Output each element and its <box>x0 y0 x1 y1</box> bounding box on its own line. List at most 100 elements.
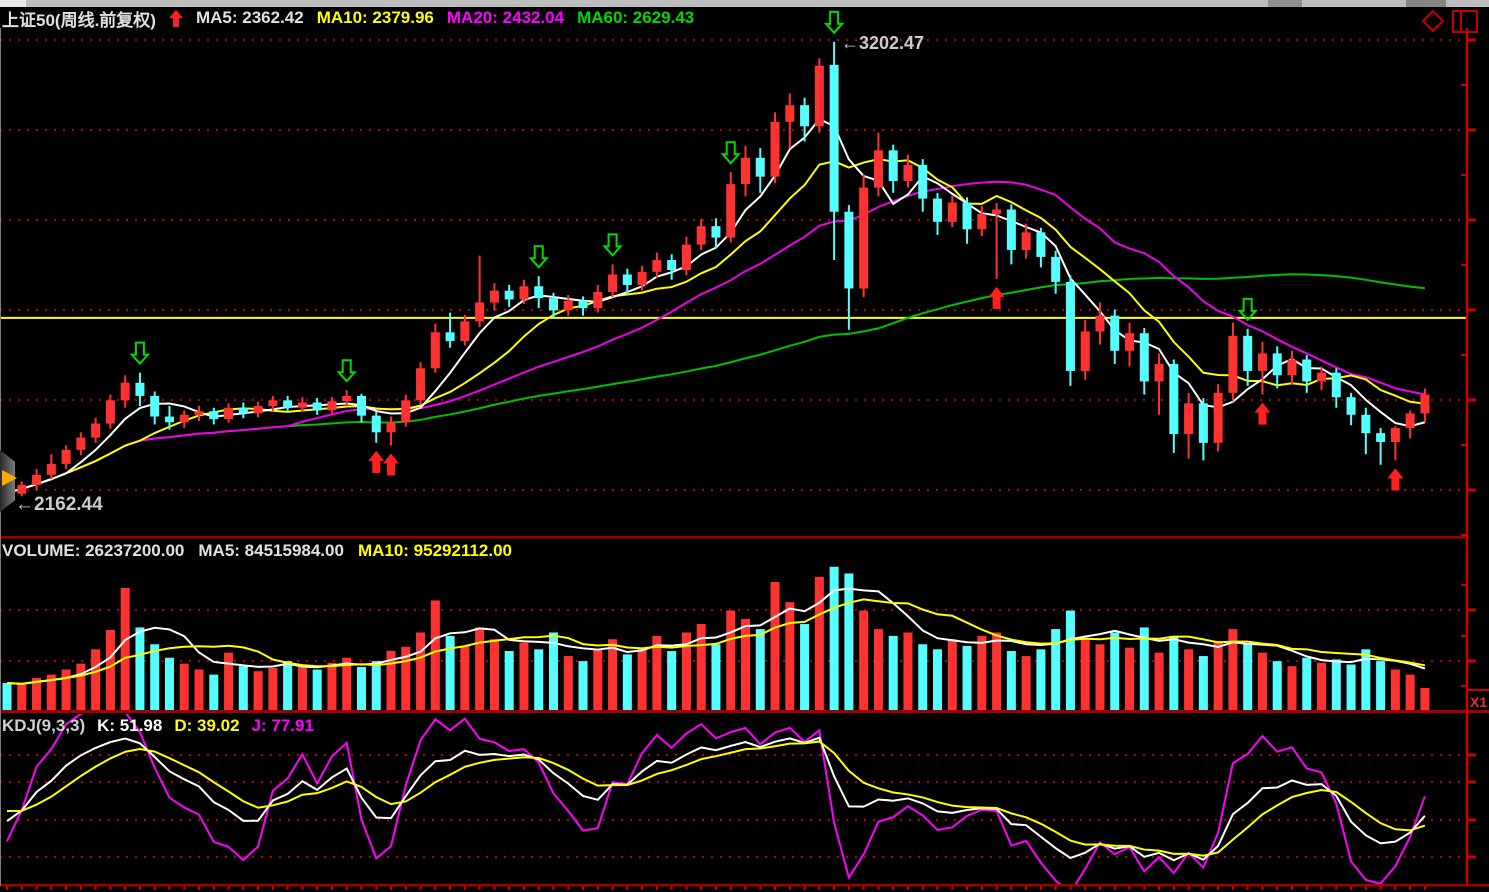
sell-signal-arrow-icon <box>826 12 842 33</box>
volume-bar <box>800 624 809 710</box>
candle <box>298 402 307 407</box>
volume-bar <box>874 629 883 710</box>
right-axis-tag: X1 <box>1470 694 1487 710</box>
candle <box>416 368 425 400</box>
volume-bar <box>239 666 248 710</box>
candle <box>1406 413 1415 427</box>
volume-bar <box>1317 663 1326 710</box>
kdj-header: KDJ(9,3,3) K: 51.98 D: 39.02 J: 77.91 <box>2 716 314 736</box>
candle <box>1081 331 1090 370</box>
sell-signal-arrow-icon <box>531 246 547 267</box>
volume-bar <box>623 654 632 710</box>
volume-bar <box>195 670 204 710</box>
candle <box>697 226 706 244</box>
candle <box>342 396 351 401</box>
candle <box>372 416 381 433</box>
ma60-value: MA60: 2629.43 <box>577 8 694 28</box>
volume-bar <box>608 639 617 710</box>
volume-bar <box>726 611 735 710</box>
volume-bar <box>815 577 824 710</box>
volume-bar <box>490 639 499 710</box>
volume-bar <box>756 629 765 710</box>
candle <box>889 150 898 181</box>
volume-bar <box>165 658 174 710</box>
volume-bar <box>1110 632 1119 710</box>
sell-signal-arrow-icon <box>132 343 148 364</box>
candle <box>593 292 602 308</box>
candle <box>165 417 174 423</box>
split-divider <box>1460 12 1462 31</box>
volume-bar <box>372 661 381 710</box>
volume-panel[interactable] <box>0 567 1467 710</box>
volume-bar <box>933 649 942 710</box>
candle <box>726 184 735 237</box>
volume-bar <box>741 619 750 710</box>
volume-bar <box>224 653 233 710</box>
candle <box>1243 336 1252 371</box>
volume-bar <box>638 648 647 710</box>
candle <box>534 286 543 298</box>
candlestick-panel[interactable] <box>0 12 1467 498</box>
chart-plot[interactable] <box>0 0 1489 892</box>
buy-signal-arrow-icon <box>989 287 1005 309</box>
volume-bar <box>1155 653 1164 710</box>
candle <box>638 272 647 285</box>
volume-bar <box>254 671 263 710</box>
candle <box>519 286 528 299</box>
kdj-k-value: K: 51.98 <box>97 716 162 736</box>
volume-bar <box>1406 675 1415 710</box>
volume-bar <box>475 627 484 710</box>
volume-bar <box>903 632 912 710</box>
volume-bar <box>977 636 986 710</box>
up-arrow-icon <box>169 10 183 27</box>
candle <box>1347 397 1356 415</box>
volume-bar <box>209 675 218 710</box>
volume-bar <box>992 632 1001 710</box>
candle <box>460 321 469 341</box>
candle <box>62 450 71 464</box>
volume-bar <box>963 646 972 710</box>
candle <box>195 411 204 415</box>
candle <box>1155 364 1164 382</box>
kdj-j-value: J: 77.91 <box>252 716 314 736</box>
j-line <box>7 709 1425 892</box>
candle <box>1287 360 1296 376</box>
volume-bar <box>1066 611 1075 710</box>
candle <box>1391 428 1400 442</box>
candle <box>1420 395 1429 414</box>
candle <box>785 105 794 122</box>
candle <box>1140 333 1149 381</box>
volume-bar <box>1302 658 1311 710</box>
candle <box>623 274 632 285</box>
volume-bar <box>327 663 336 710</box>
candle <box>1199 403 1208 442</box>
candle <box>1110 316 1119 351</box>
volume-bar <box>17 685 26 710</box>
volume-bar <box>918 644 927 710</box>
volume-bar <box>844 573 853 710</box>
volume-bar <box>1184 649 1193 710</box>
kdj-panel[interactable] <box>0 709 1467 892</box>
candle <box>682 245 691 270</box>
candle <box>874 150 883 187</box>
volume-bar <box>106 630 115 710</box>
volume-bar <box>180 664 189 710</box>
candle <box>239 408 248 414</box>
volume-bar <box>91 649 100 710</box>
candle <box>150 396 159 417</box>
volume-bar <box>298 666 307 710</box>
sell-signal-arrow-icon <box>723 142 739 163</box>
split-window-icon[interactable] <box>1452 10 1478 33</box>
candle <box>209 411 218 419</box>
symbol-title: 上证50(周线.前复权) <box>2 6 156 31</box>
ma20-value: MA20: 2432.04 <box>447 8 564 28</box>
candle <box>1095 316 1104 332</box>
volume-bar <box>1332 659 1341 710</box>
candle <box>32 475 41 485</box>
volume-bar <box>1214 641 1223 710</box>
volume-bar <box>150 644 159 710</box>
volume-bar <box>1199 656 1208 710</box>
volume-bar <box>268 668 277 710</box>
candle <box>17 485 26 494</box>
candle <box>47 464 56 475</box>
